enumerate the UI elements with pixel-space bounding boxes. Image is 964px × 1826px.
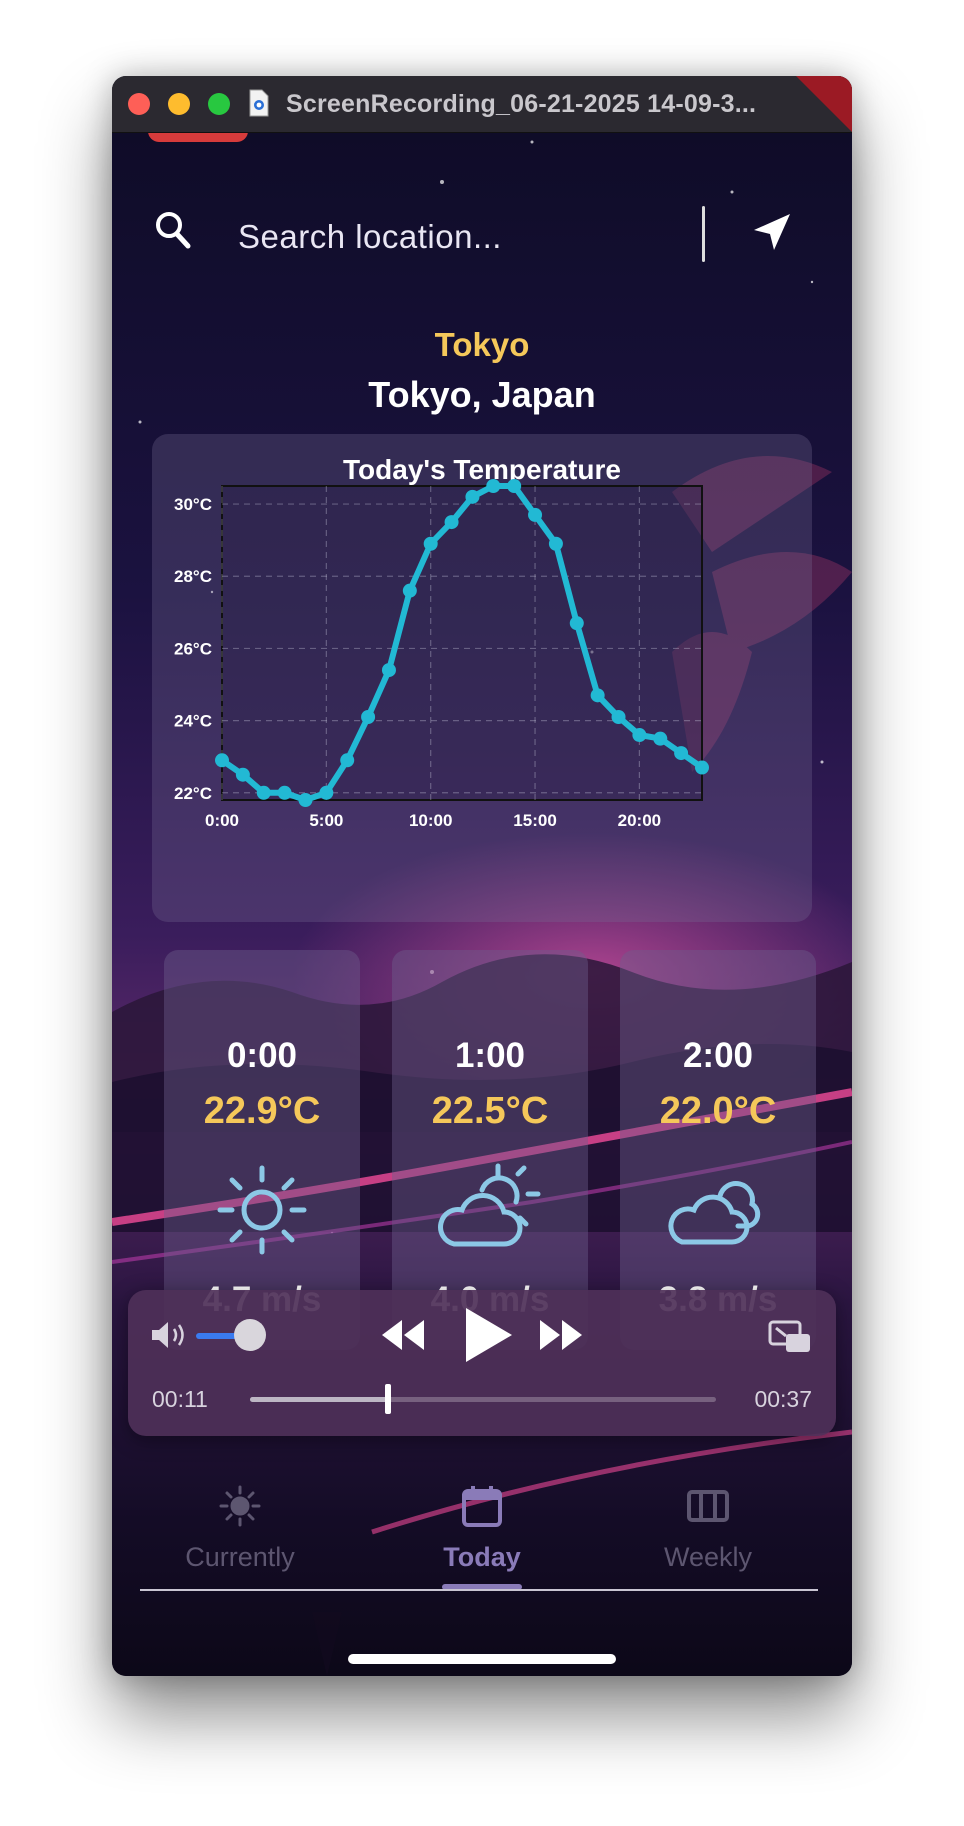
temperature-point: [590, 688, 605, 703]
hour-temp: 22.9°C: [203, 1090, 321, 1132]
sun-icon: [219, 1485, 261, 1527]
zoom-button[interactable]: [208, 93, 230, 115]
sun-icon: [217, 1165, 307, 1255]
bottom-tab-bar: Currently Today Weekly: [112, 1468, 852, 1588]
y-tick-label: 30°C: [174, 495, 212, 514]
y-tick-label: 24°C: [174, 712, 212, 731]
temperature-point: [611, 709, 626, 724]
play-icon[interactable]: [462, 1306, 514, 1364]
playback-scrubber[interactable]: [250, 1384, 716, 1414]
playback-progress: [250, 1397, 389, 1402]
temperature-point: [569, 616, 584, 631]
tab-label: Today: [443, 1542, 521, 1572]
city-name: Tokyo: [434, 326, 530, 363]
calendar-icon: [462, 1486, 502, 1527]
temperature-point: [215, 753, 229, 768]
region-name: Tokyo, Japan: [368, 374, 596, 415]
hour-time: 2:00: [682, 1036, 754, 1075]
plot-area: [221, 485, 703, 801]
search-icon[interactable]: [154, 210, 192, 250]
temperature-point: [381, 663, 396, 678]
rewind-icon[interactable]: [380, 1318, 426, 1352]
temperature-point: [528, 507, 543, 522]
temperature-point: [695, 760, 709, 775]
y-tick-label: 22°C: [174, 784, 212, 803]
window-title: ScreenRecording_06-21-2025 14-09-3...: [286, 90, 757, 118]
temperature-chart: 22°C 24°C 26°C 28°C 30°C 0:00 5:00 10:00 15:00 20…: [174, 479, 709, 830]
temperature-point: [298, 793, 313, 807]
temperature-point: [465, 489, 480, 504]
temperature-point: [361, 709, 376, 724]
temperature-point: [653, 731, 668, 746]
x-tick-label: 5:00: [309, 811, 343, 830]
minimize-button[interactable]: [168, 93, 190, 115]
tab-today[interactable]: Today: [382, 1468, 582, 1578]
temperature-point: [674, 746, 689, 761]
volume-knob[interactable]: [234, 1319, 266, 1351]
temperature-chart-card: Today's Temperature 22°C 24°C 26°C 28°C 30°C…: [152, 434, 812, 922]
hour-time: 0:00: [226, 1036, 298, 1075]
temperature-point: [402, 583, 417, 598]
tab-weekly[interactable]: Weekly: [608, 1468, 808, 1578]
home-indicator[interactable]: [348, 1654, 616, 1664]
tab-label: Currently: [185, 1542, 295, 1572]
tab-bar-divider: [140, 1589, 818, 1591]
hour-temp: 22.0°C: [659, 1090, 777, 1132]
status-bar: [112, 132, 852, 144]
temperature-point: [548, 536, 563, 551]
x-tick-label: 10:00: [409, 811, 452, 830]
temperature-point: [486, 479, 501, 493]
temperature-point: [632, 728, 647, 743]
app-window: ScreenRecording_06-21-2025 14-09-3... Se…: [112, 76, 852, 1676]
y-tick-label: 26°C: [174, 639, 212, 658]
title-bar: ScreenRecording_06-21-2025 14-09-3...: [112, 76, 852, 133]
recording-pill: [148, 132, 248, 142]
volume-icon[interactable]: [150, 1320, 190, 1350]
temperature-point: [507, 479, 522, 493]
elapsed-time: 00:11: [152, 1386, 208, 1412]
temperature-point: [235, 767, 250, 782]
temperature-point: [423, 536, 438, 551]
media-player-controls: 00:11 00:37: [128, 1290, 836, 1436]
temperature-point: [319, 785, 334, 800]
partly-cloudy-icon: [438, 1163, 541, 1247]
video-file-icon: [249, 89, 269, 117]
close-button[interactable]: [128, 93, 150, 115]
cloudy-icon: [668, 1181, 761, 1245]
search-divider: [702, 206, 705, 262]
columns-icon: [687, 1490, 729, 1522]
x-tick-label: 15:00: [513, 811, 556, 830]
y-tick-label: 28°C: [174, 567, 212, 586]
temperature-point: [277, 785, 292, 800]
temperature-point: [340, 753, 355, 768]
hour-time: 1:00: [454, 1036, 526, 1075]
recording-badge-icon: [796, 76, 852, 132]
playback-thumb[interactable]: [385, 1384, 392, 1414]
search-bar: Search location...: [112, 192, 852, 312]
phone-screen: Search location... Tokyo Tokyo, Japan To…: [112, 132, 852, 1676]
picture-in-picture-icon[interactable]: [768, 1320, 812, 1354]
x-tick-label: 0:00: [205, 811, 239, 830]
temperature-point: [444, 515, 459, 530]
tab-label: Weekly: [663, 1542, 753, 1572]
duration-time: 00:37: [754, 1386, 812, 1412]
location-arrow-icon[interactable]: [752, 212, 792, 252]
search-input[interactable]: Search location...: [238, 218, 502, 256]
hour-temp: 22.5°C: [431, 1090, 549, 1132]
temperature-point: [256, 785, 271, 800]
x-tick-label: 20:00: [618, 811, 661, 830]
fast-forward-icon[interactable]: [538, 1318, 584, 1352]
tab-currently[interactable]: Currently: [140, 1468, 340, 1578]
